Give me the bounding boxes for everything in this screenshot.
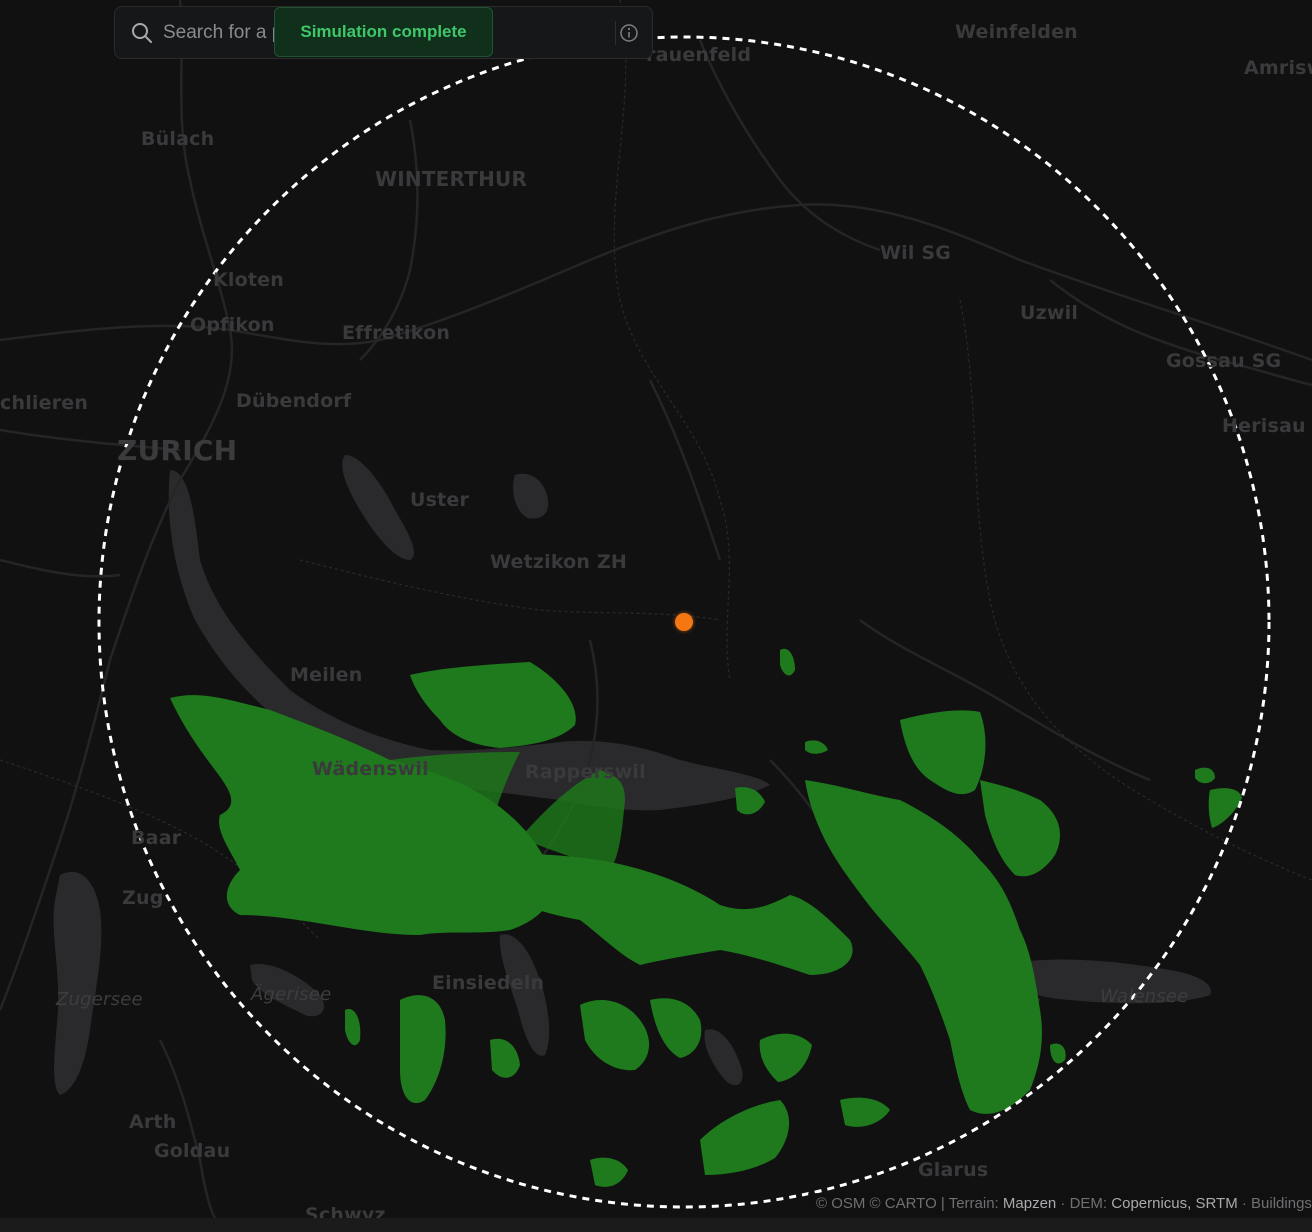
place-label-baar: Baar [131,827,182,849]
coverage-south-7 [590,1157,628,1187]
place-label-schwyz: Schwyz [305,1204,386,1218]
coverage-south-3 [580,1000,650,1071]
lake-sihlsee [499,934,550,1056]
coverage-south-2 [400,995,446,1104]
lake-greifensee [342,455,415,560]
coverage-north-hill [410,662,576,748]
coverage-rim-east [1050,1043,1066,1064]
coverage-south-9 [840,1097,890,1127]
place-label-winterthur: WINTERTHUR [375,167,528,191]
place-label-zug: Zug [122,887,164,909]
bottom-bar [0,1218,1312,1232]
place-label-effretikon: Effretikon [342,322,451,344]
coverage-east-mid [980,780,1060,877]
attribution-suffix: · Buildings [1237,1195,1312,1212]
coverage-ne-patch [1195,767,1215,784]
place-label-frauenfeld: rauenfeld [646,44,752,66]
place-label-kloten: Kloten [213,269,284,291]
coverage-south-1 [345,1009,361,1046]
place-label-weinfelden: Weinfelden [955,21,1078,43]
place-label-zurich: ZURICH [117,434,238,467]
coverage-south-5 [700,1100,790,1175]
lake-label-zugersee: Zugersee [56,989,143,1010]
map-base-layer [0,0,1312,1218]
map-canvas[interactable]: rauenfeld Weinfelden Amrisw Bülach WINTE… [0,0,1312,1218]
place-label-bulach: Bülach [141,128,215,150]
place-label-dubendorf: Dübendorf [236,390,352,412]
coverage-patch-c [805,740,828,754]
attribution-dem-link[interactable]: Copernicus, SRTM [1111,1195,1237,1212]
place-label-uster: Uster [410,489,470,511]
place-label-schlieren: chlieren [0,392,89,414]
place-label-einsiedeln: Einsiedeln [432,972,545,994]
attribution-dem-label: · DEM: [1056,1195,1112,1212]
lake-label-agerisee: Ägerisee [251,984,332,1005]
coverage-east-upper [900,710,986,795]
attribution-prefix: © OSM © CARTO | Terrain: [816,1195,1003,1212]
place-label-gossau: Gossau SG [1166,350,1282,372]
attribution-terrain-link[interactable]: Mapzen [1003,1195,1056,1212]
coverage-patch-a [735,787,765,815]
place-label-amriswil: Amrisw [1244,57,1312,79]
lake-pfaffikersee [513,473,549,519]
transmitter-marker[interactable] [675,613,693,631]
place-label-rapperswil: Rapperswil [525,761,646,783]
coverage-south-6 [759,1033,812,1082]
place-label-herisau: Herisau [1222,415,1306,437]
place-label-wetzikon: Wetzikon ZH [490,551,628,573]
simulation-status-toast: Simulation complete [274,7,493,57]
place-label-opfikon: Opfikon [190,314,275,336]
lake-zug [53,871,102,1095]
place-label-meilen: Meilen [290,664,363,686]
place-label-glarus: Glarus [918,1159,989,1181]
lake-label-walensee: Walensee [1100,986,1189,1007]
coverage-patch-b [780,648,795,676]
info-icon[interactable] [619,23,639,43]
coverage-e-edge [1208,788,1242,828]
coverage-south-8 [490,1038,520,1078]
lake-wagitalersee [704,1029,743,1086]
search-icon [132,23,152,43]
map-attribution: © OSM © CARTO | Terrain: Mapzen · DEM: C… [808,1193,1312,1215]
place-label-goldau: Goldau [154,1140,231,1162]
coverage-south-4 [650,998,702,1058]
place-label-wil: Wil SG [880,242,952,264]
place-label-wadenswil: Wädenswil [312,758,429,780]
place-label-uzwil: Uzwil [1020,302,1079,324]
search-divider [615,21,616,45]
place-label-arth: Arth [129,1111,177,1133]
